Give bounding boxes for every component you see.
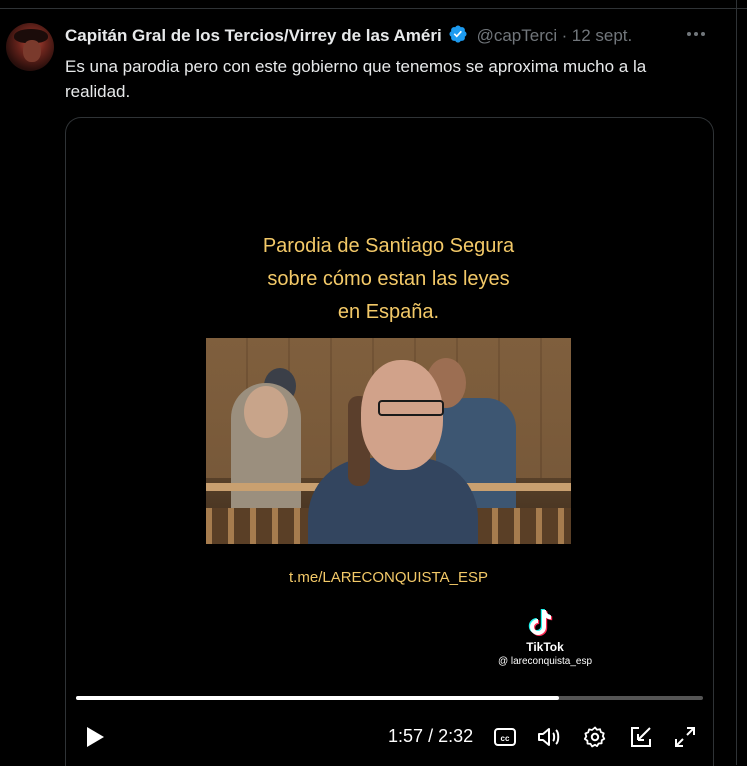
video-progress-fill xyxy=(76,696,559,700)
volume-icon[interactable] xyxy=(536,724,562,750)
video-title-line-3: en España. xyxy=(337,301,440,323)
verified-badge-icon[interactable] xyxy=(448,24,468,49)
author-handle[interactable]: @capTerci xyxy=(477,26,558,45)
svg-text:cc: cc xyxy=(501,734,510,743)
video-title-line-2: sobre cómo estan las leyes xyxy=(267,268,510,290)
author-name[interactable]: Capitán Gral de los Tercios/Virrey de la… xyxy=(65,26,442,45)
tweet-text: Es una parodia pero con este gobierno qu… xyxy=(65,57,647,101)
duration: 2:32 xyxy=(438,726,474,746)
tweet-date[interactable]: 12 sept. xyxy=(572,26,633,45)
more-options-icon[interactable] xyxy=(687,27,709,41)
time-separator: / xyxy=(428,726,434,746)
avatar[interactable] xyxy=(6,23,54,71)
telegram-link-overlay: t.me/LARECONQUISTA_ESP xyxy=(289,569,488,586)
video-title-line-1: Parodia de Santiago Segura xyxy=(262,235,515,257)
gear-icon[interactable] xyxy=(582,724,608,750)
tiktok-watermark: TikTok @ lareconquista_esp xyxy=(466,608,616,667)
video-frame-image xyxy=(206,338,571,544)
tiktok-label: TikTok xyxy=(526,640,564,654)
video-time: 1:57 / 2:32 xyxy=(388,726,473,747)
fullscreen-icon[interactable] xyxy=(672,724,698,750)
tweet-header: Capitán Gral de los Tercios/Virrey de la… xyxy=(65,24,717,48)
play-icon[interactable] xyxy=(82,724,108,750)
video-player[interactable]: Parodia de Santiago Segura sobre cómo es… xyxy=(65,117,714,766)
video-controls: 1:57 / 2:32 cc xyxy=(66,716,711,756)
top-divider xyxy=(0,8,747,9)
video-progress-bar[interactable] xyxy=(76,696,703,700)
captions-icon[interactable]: cc xyxy=(492,724,518,750)
tiktok-username: @ lareconquista_esp xyxy=(497,656,593,667)
right-divider xyxy=(736,0,737,765)
current-time: 1:57 xyxy=(388,726,424,746)
video-title-overlay: Parodia de Santiago Segura sobre cómo es… xyxy=(66,230,711,329)
tiktok-logo-icon xyxy=(528,608,554,638)
separator-dot: · xyxy=(561,26,568,45)
picture-in-picture-icon[interactable] xyxy=(628,724,654,750)
